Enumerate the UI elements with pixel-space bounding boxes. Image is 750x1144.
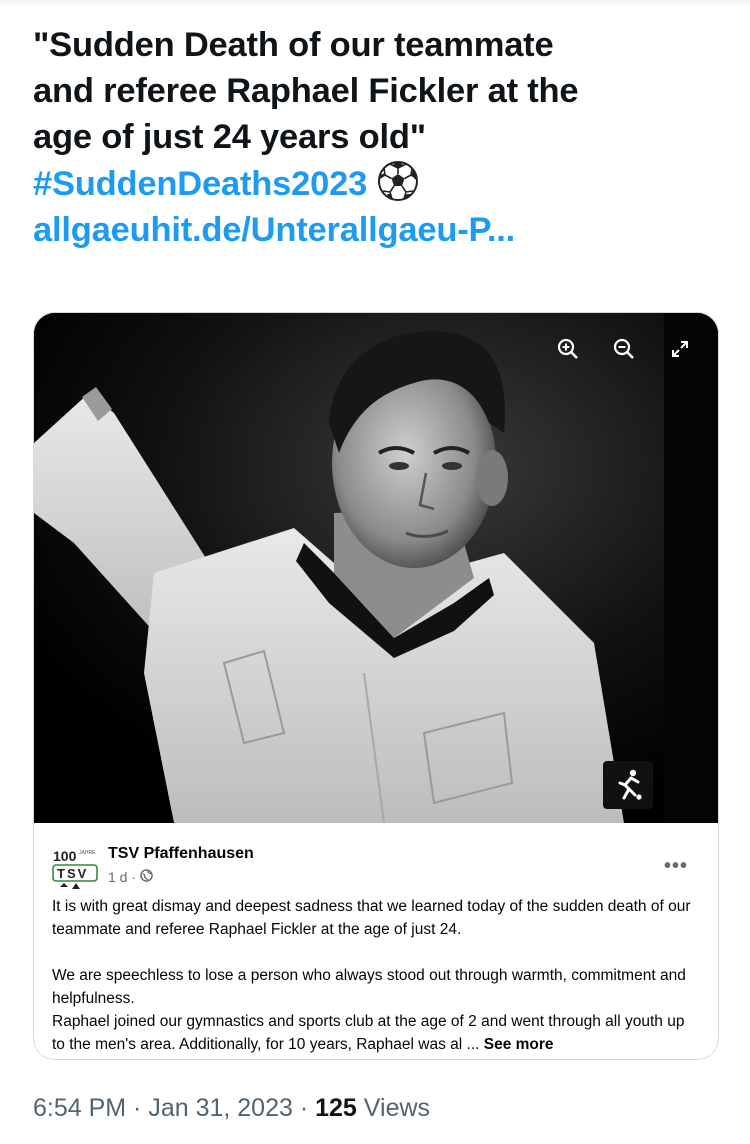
tweet-text-line-2: and referee Raphael Fickler at the: [33, 72, 579, 110]
see-more-link[interactable]: See more: [484, 1036, 554, 1053]
globe-icon: [140, 869, 153, 885]
referee-illustration: [34, 313, 718, 823]
post-paragraph-1: It is with great dismay and deepest sadn…: [52, 898, 691, 938]
soccer-player-icon: [603, 761, 653, 809]
page-name[interactable]: TSV Pfaffenhausen: [108, 845, 254, 863]
tweet-text-line-1: "Sudden Death of our teammate: [33, 26, 554, 64]
soccer-ball-icon: [377, 160, 419, 202]
tsv-club-logo[interactable]: 100 JAHRE TSV: [52, 845, 100, 897]
viewer-toolbar: [554, 335, 694, 363]
svg-text:TSV: TSV: [57, 866, 88, 881]
zoom-in-icon[interactable]: [554, 335, 582, 363]
zoom-out-icon[interactable]: [610, 335, 638, 363]
footer-separator-2: ·: [292, 1094, 316, 1122]
referee-photo[interactable]: [34, 313, 718, 823]
article-link[interactable]: allgaeuhit.de/Unterallgaeu-P...: [33, 207, 723, 253]
post-time[interactable]: 1 d: [108, 869, 127, 885]
expand-icon[interactable]: [666, 335, 694, 363]
views-count[interactable]: 125: [315, 1094, 357, 1122]
tweet-date[interactable]: Jan 31, 2023: [148, 1094, 293, 1122]
tweet-text-line-3: age of just 24 years old": [33, 118, 426, 156]
more-options-icon[interactable]: •••: [664, 855, 688, 878]
tweet-time[interactable]: 6:54 PM: [33, 1094, 126, 1122]
footer-separator-1: ·: [126, 1094, 149, 1122]
views-label[interactable]: Views: [357, 1094, 430, 1122]
tweet-footer: 6:54 PM · Jan 31, 2023 · 125 Views: [33, 1094, 430, 1123]
post-body: It is with great dismay and deepest sadn…: [52, 895, 692, 1056]
hashtag-link[interactable]: #SuddenDeaths2023: [33, 165, 367, 203]
top-fade: [0, 0, 750, 8]
svg-text:JAHRE: JAHRE: [79, 850, 96, 856]
post-paragraph-3: Raphael joined our gymnastics and sports…: [52, 1013, 685, 1053]
post-meta: 1 d ·: [108, 869, 153, 885]
media-card[interactable]: 100 JAHRE TSV TSV Pfaffenhausen 1 d · ••…: [33, 312, 719, 1060]
svg-text:100: 100: [53, 848, 77, 864]
tweet-text: "Sudden Death of our teammate and refere…: [33, 22, 723, 253]
post-paragraph-2: We are speechless to lose a person who a…: [52, 967, 686, 1007]
meta-separator: ·: [131, 869, 137, 885]
facebook-post: 100 JAHRE TSV TSV Pfaffenhausen 1 d · ••…: [34, 823, 718, 1059]
